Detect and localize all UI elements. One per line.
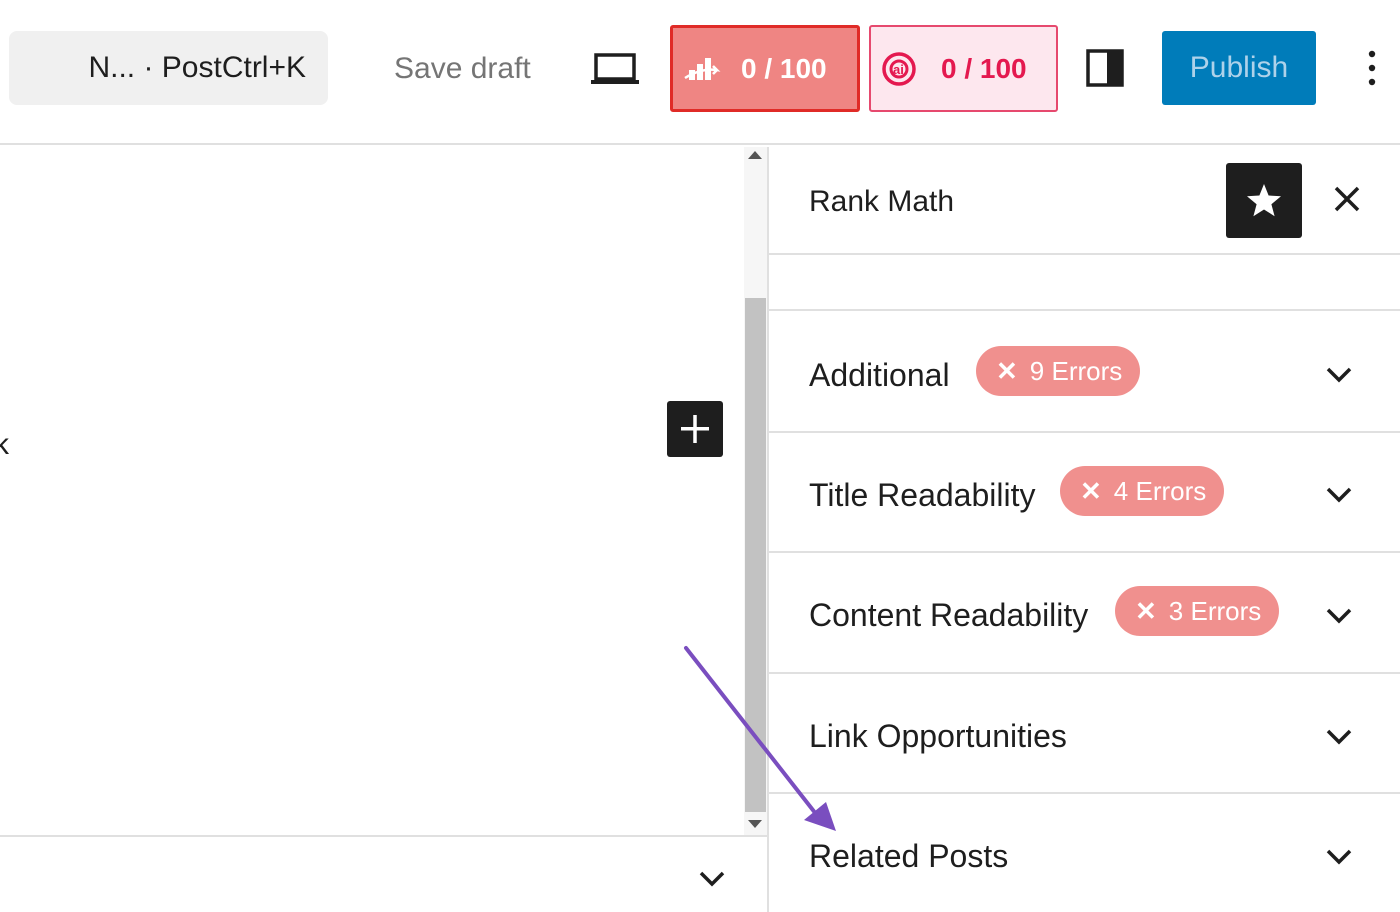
sidebar-tabs-area xyxy=(769,255,1400,311)
chevron-down-icon[interactable] xyxy=(1323,605,1355,627)
clipped-text: k xyxy=(0,428,9,461)
editor-canvas[interactable] xyxy=(0,147,745,837)
error-badge: ✕ 3 Errors xyxy=(1115,586,1280,636)
error-x-icon: ✕ xyxy=(1135,595,1157,626)
error-x-icon: ✕ xyxy=(996,355,1018,386)
rank-math-seo-score-button[interactable]: 0 / 100 xyxy=(670,25,860,112)
error-count: 4 Errors xyxy=(1113,475,1207,506)
sidebar-header: Rank Math xyxy=(769,147,1400,255)
ai-score-value: 0 / 100 xyxy=(941,52,1027,84)
section-title: Content Readability xyxy=(809,597,1089,633)
section-additional[interactable]: Additional ✕ 9 Errors xyxy=(769,313,1400,433)
section-link-opportunities[interactable]: Link Opportunities xyxy=(769,674,1400,794)
content-ai-icon: ai xyxy=(882,51,916,86)
section-title: Related Posts xyxy=(809,838,1009,874)
error-badge: ✕ 4 Errors xyxy=(1060,466,1225,516)
close-icon[interactable] xyxy=(1331,183,1363,215)
laptop-icon[interactable] xyxy=(589,49,641,89)
plus-icon xyxy=(681,415,709,443)
annotation-arrow-icon xyxy=(684,646,836,831)
section-related-posts[interactable]: Related Posts xyxy=(769,794,1400,912)
chevron-down-icon[interactable] xyxy=(1323,846,1355,868)
add-block-button[interactable] xyxy=(667,401,723,457)
rank-math-sidebar: Rank Math Additional ✕ 9 Errors Title Re… xyxy=(767,147,1400,912)
section-title: Link Opportunities xyxy=(809,718,1067,754)
seo-score-value: 0 / 100 xyxy=(741,52,827,84)
command-palette-button[interactable]: N... · PostCtrl+K xyxy=(9,31,328,105)
error-count: 9 Errors xyxy=(1029,355,1123,386)
more-vertical-icon[interactable] xyxy=(1355,48,1389,88)
save-draft-button[interactable]: Save draft xyxy=(394,52,531,86)
pin-star-button[interactable] xyxy=(1226,163,1302,238)
star-icon xyxy=(1247,184,1281,217)
scroll-up-arrow-icon[interactable] xyxy=(748,151,762,159)
section-title: Title Readability xyxy=(809,477,1036,513)
section-title: Additional xyxy=(809,357,950,393)
sidebar-toggle-icon[interactable] xyxy=(1085,48,1125,88)
chevron-down-icon[interactable] xyxy=(1323,484,1355,506)
error-count: 3 Errors xyxy=(1168,595,1262,626)
chevron-down-icon[interactable] xyxy=(1323,364,1355,386)
error-x-icon: ✕ xyxy=(1080,475,1102,506)
section-content-readability[interactable]: Content Readability ✕ 3 Errors xyxy=(769,553,1400,674)
content-ai-score-button[interactable]: ai 0 / 100 xyxy=(869,25,1058,112)
section-title-readability[interactable]: Title Readability ✕ 4 Errors xyxy=(769,433,1400,553)
error-badge: ✕ 9 Errors xyxy=(976,346,1141,396)
svg-text:ai: ai xyxy=(893,62,904,77)
editor-footer xyxy=(0,835,767,912)
chevron-down-icon[interactable] xyxy=(1323,726,1355,748)
chevron-down-icon[interactable] xyxy=(696,868,728,890)
rank-math-chart-icon xyxy=(684,57,721,80)
publish-button[interactable]: Publish xyxy=(1162,31,1316,105)
sidebar-title: Rank Math xyxy=(809,185,955,218)
editor-header: N... · PostCtrl+K Save draft 0 / 100 ai … xyxy=(0,0,1400,145)
